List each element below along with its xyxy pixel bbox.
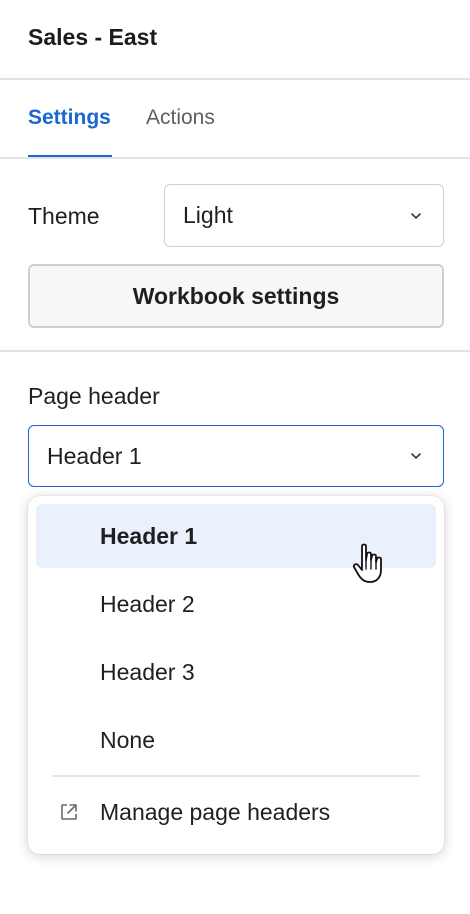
workbook-settings-button[interactable]: Workbook settings <box>28 264 444 328</box>
panel-title: Sales - East <box>28 24 158 50</box>
menu-separator <box>52 775 420 777</box>
page-header-select-value: Header 1 <box>47 442 142 469</box>
chevron-down-icon <box>411 212 421 219</box>
tab-settings[interactable]: Settings <box>28 106 111 130</box>
tab-actions[interactable]: Actions <box>146 106 215 130</box>
header-divider <box>0 78 470 80</box>
manage-page-headers-label: Manage page headers <box>100 798 331 825</box>
external-link-icon <box>61 804 77 820</box>
theme-label: Theme <box>28 203 100 229</box>
tabs-divider <box>0 157 470 159</box>
theme-select-value: Light <box>183 202 233 228</box>
chevron-down-icon <box>411 453 421 459</box>
menu-item-header-3[interactable]: Header 3 <box>36 640 436 704</box>
page-header-select[interactable]: Header 1 <box>28 425 444 487</box>
menu-item-none[interactable]: None <box>36 708 436 772</box>
manage-page-headers-item[interactable]: Manage page headers <box>36 784 436 840</box>
theme-select[interactable]: Light <box>164 184 444 247</box>
hand-pointer-icon <box>352 543 382 583</box>
section-divider <box>0 350 470 352</box>
page-header-label: Page header <box>28 383 160 409</box>
